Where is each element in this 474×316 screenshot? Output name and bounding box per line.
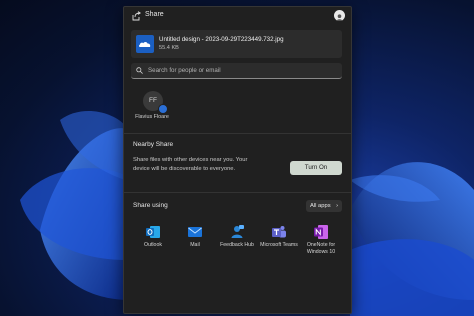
contact-flavius-floare[interactable]: FF Flavius Floare: [131, 91, 173, 127]
nearby-share-description: Share files with other devices near you.…: [133, 157, 248, 172]
file-size: 55.4 KB: [159, 45, 179, 51]
account-avatar-icon[interactable]: [334, 10, 345, 21]
file-name: Untitled design - 2023-09-29T223449.732.…: [159, 36, 284, 43]
app-label: OneNote for Windows 10: [306, 242, 336, 255]
all-apps-label: All apps: [310, 203, 331, 209]
share-icon: [132, 11, 141, 21]
teams-icon: [272, 226, 286, 238]
onenote-icon: [314, 225, 328, 239]
app-outlook[interactable]: Outlook: [133, 222, 173, 262]
chevron-right-icon: ›: [336, 203, 338, 209]
all-apps-button[interactable]: All apps ›: [306, 200, 342, 212]
app-label: Feedback Hub: [220, 242, 254, 248]
outlook-icon: [146, 226, 160, 238]
share-using-title: Share using: [133, 202, 168, 209]
section-divider: [124, 192, 351, 193]
search-box[interactable]: [131, 63, 342, 79]
app-mail[interactable]: Mail: [175, 222, 215, 262]
share-header: Share: [124, 7, 351, 25]
search-input[interactable]: [148, 65, 333, 76]
app-label: Mail: [190, 242, 200, 248]
turn-on-button[interactable]: Turn On: [290, 161, 342, 175]
feedback-hub-icon: [231, 225, 244, 238]
onedrive-cloud-icon: [136, 35, 154, 53]
app-microsoft-teams[interactable]: Microsoft Teams: [259, 222, 299, 262]
share-dialog: Share Untitled design - 2023-09-29T22344…: [123, 6, 352, 314]
shared-file-card: Untitled design - 2023-09-29T223449.732.…: [131, 30, 342, 58]
device-badge-icon: [158, 104, 168, 114]
nearby-share-title: Nearby Share: [133, 141, 174, 148]
app-feedback-hub[interactable]: Feedback Hub: [217, 222, 257, 262]
app-label: Outlook: [144, 242, 162, 248]
mail-icon: [188, 227, 202, 237]
app-label: Microsoft Teams: [260, 242, 298, 248]
person-icon: [336, 14, 343, 21]
app-onenote[interactable]: OneNote for Windows 10: [301, 222, 341, 262]
section-divider: [124, 133, 351, 134]
search-icon: [136, 67, 143, 74]
contact-name: Flavius Floare: [135, 114, 169, 120]
dialog-title: Share: [145, 11, 164, 18]
